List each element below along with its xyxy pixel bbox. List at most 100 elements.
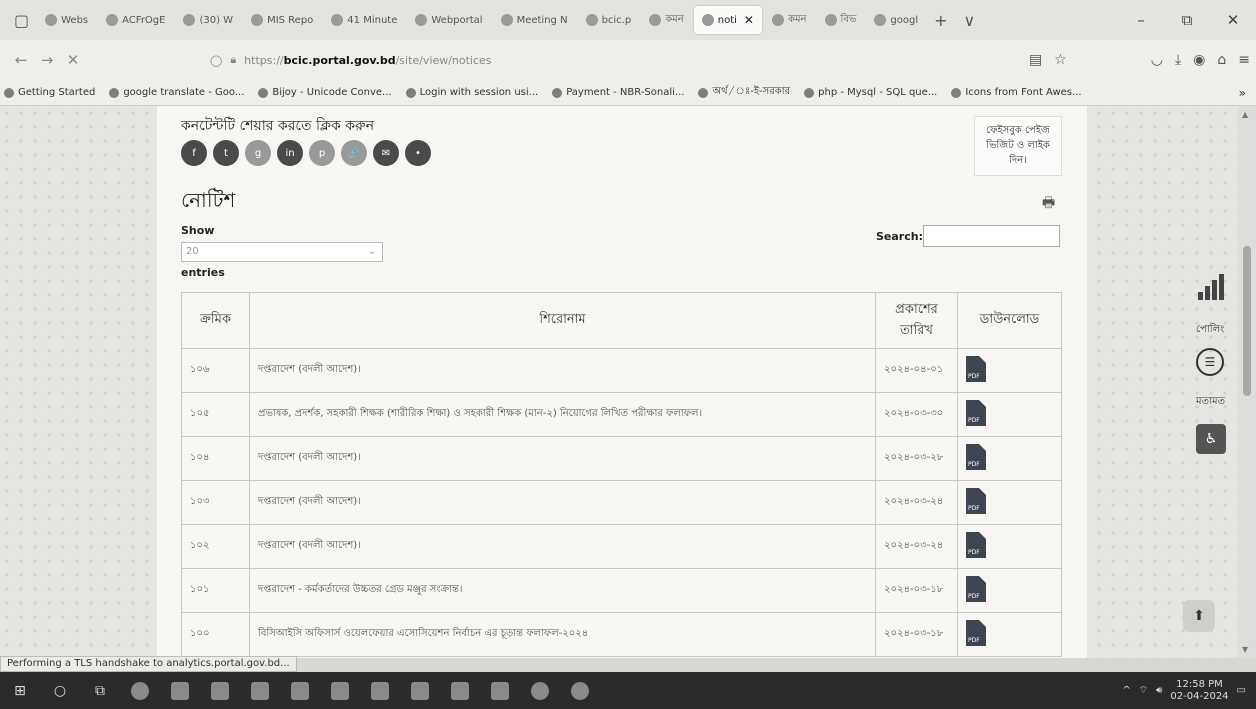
cell-title[interactable]: দপ্তরাদেশ (বদলী আদেশ)। — [249, 524, 876, 569]
browser-tab[interactable]: MIS Repo — [243, 6, 321, 34]
stop-button[interactable]: ✕ — [60, 51, 86, 69]
pdf-download-icon[interactable]: PDF — [966, 444, 986, 470]
browser-tab[interactable]: 41 Minute — [323, 6, 405, 34]
minimize-button[interactable]: – — [1118, 11, 1164, 29]
scroll-down-icon[interactable]: ▼ — [1242, 645, 1248, 654]
clock[interactable]: 12:58 PM 02-04-2024 — [1170, 679, 1228, 703]
cell-title[interactable]: দপ্তরাদেশ - কর্মকর্তাদের উচ্চতর গ্রেড মঞ… — [249, 568, 876, 613]
app-icon-2[interactable] — [200, 672, 240, 709]
bookmark-item[interactable]: Bijoy - Unicode Conve... — [258, 84, 392, 101]
app-icon-1[interactable] — [160, 672, 200, 709]
scroll-up-icon[interactable]: ▲ — [1242, 110, 1248, 119]
entries-select[interactable]: 20 ⌄ — [181, 242, 383, 262]
feedback-label[interactable]: মতামত — [1196, 394, 1225, 411]
new-tab-button[interactable]: + — [926, 11, 955, 30]
cell-title[interactable]: দপ্তরাদেশ (বদলী আদেশ)। — [249, 348, 876, 393]
bookmark-item[interactable]: Payment - NBR-Sonali... — [552, 84, 684, 101]
search-input[interactable] — [923, 225, 1060, 247]
browser-tab[interactable]: bcic.p — [578, 6, 640, 34]
cell-title[interactable]: দপ্তরাদেশ (বদলী আদেশ)। — [249, 480, 876, 525]
facebook-like-box[interactable]: ফেইসবুক পেইজ ভিজিট ও লাইক দিন। — [974, 116, 1062, 176]
share-button-icon[interactable]: 🔗 — [341, 140, 367, 166]
share-button-icon[interactable]: f — [181, 140, 207, 166]
forward-button[interactable]: → — [34, 51, 60, 69]
menu-icon[interactable]: ≡ — [1238, 52, 1250, 68]
bookmark-item[interactable]: php - Mysql - SQL que... — [804, 84, 937, 101]
pdf-download-icon[interactable]: PDF — [966, 576, 986, 602]
pdf-download-icon[interactable]: PDF — [966, 488, 986, 514]
close-window-button[interactable]: ✕ — [1210, 11, 1256, 29]
browser-tab[interactable]: কমন — [764, 6, 815, 34]
pdf-download-icon[interactable]: PDF — [966, 400, 986, 426]
mail-icon[interactable] — [240, 672, 280, 709]
app-icon-7[interactable] — [480, 672, 520, 709]
notification-icon[interactable]: ▭ — [1237, 685, 1246, 696]
bookmark-star-icon[interactable]: ☆ — [1054, 52, 1067, 68]
volume-icon[interactable]: 🔊︎ — [1156, 685, 1162, 696]
reader-view-icon[interactable]: ▤ — [1029, 52, 1042, 68]
back-button[interactable]: ← — [8, 51, 34, 69]
browser-tab[interactable]: (30) W — [175, 6, 241, 34]
browser-tab[interactable]: কমন — [641, 6, 692, 34]
browser-tab[interactable]: noti ✕ — [693, 6, 762, 34]
share-button-icon[interactable]: in — [277, 140, 303, 166]
bookmarks-overflow-button[interactable]: » — [1239, 86, 1246, 100]
chrome-icon[interactable] — [560, 672, 600, 709]
edge-icon[interactable] — [120, 672, 160, 709]
app-icon-3[interactable] — [320, 672, 360, 709]
bookmark-item[interactable]: Getting Started — [4, 84, 95, 101]
share-button-icon[interactable]: ✉ — [373, 140, 399, 166]
scrollbar-thumb[interactable] — [1243, 246, 1251, 396]
share-button-icon[interactable]: g — [245, 140, 271, 166]
pdf-download-icon[interactable]: PDF — [966, 532, 986, 558]
column-header-title[interactable]: শিরোনাম — [249, 292, 876, 349]
print-icon[interactable]: 🖶︎ — [1042, 192, 1055, 216]
browser-tab[interactable]: googl — [866, 6, 926, 34]
browser-tab[interactable]: বিভ — [817, 6, 865, 34]
close-tab-icon[interactable]: ✕ — [744, 13, 754, 27]
cell-title[interactable]: দপ্তরাদেশ (বদলী আদেশ)। — [249, 436, 876, 481]
column-header-date[interactable]: প্রকাশের তারিখ — [875, 292, 958, 349]
task-view-icon[interactable]: ⧉ — [80, 672, 120, 709]
bookmark-item[interactable]: google translate - Goo... — [109, 84, 244, 101]
vertical-scrollbar[interactable]: ▲ ▼ — [1238, 106, 1256, 658]
app-icon-6[interactable] — [440, 672, 480, 709]
word-icon[interactable] — [280, 672, 320, 709]
bookmark-item[interactable]: Icons from Font Awes... — [951, 84, 1082, 101]
lock-icon[interactable]: 🔒︎ — [230, 53, 236, 67]
share-button-icon[interactable]: • — [405, 140, 431, 166]
browser-tab[interactable]: Webportal — [407, 6, 490, 34]
accessibility-icon[interactable]: ♿︎ — [1196, 424, 1226, 454]
cell-title[interactable]: বিসিআইসি অফিসার্স ওয়েলফেয়ার এসোসিয়েশন… — [249, 612, 876, 657]
browser-tab[interactable]: Meeting N — [493, 6, 576, 34]
poll-label[interactable]: পোলিং — [1196, 322, 1224, 339]
extensions-icon[interactable]: ⌂ — [1217, 52, 1226, 68]
search-icon[interactable]: ○ — [40, 672, 80, 709]
tab-overview-icon[interactable]: ▢ — [6, 11, 37, 30]
app-icon-4[interactable] — [360, 672, 400, 709]
poll-chart-icon[interactable] — [1198, 274, 1226, 300]
pdf-download-icon[interactable]: PDF — [966, 356, 986, 382]
restore-button[interactable]: ⧉ — [1164, 11, 1210, 29]
pdf-download-icon[interactable]: PDF — [966, 620, 986, 646]
share-button-icon[interactable]: p — [309, 140, 335, 166]
tab-list-button[interactable]: ∨ — [956, 11, 984, 30]
download-icon[interactable]: ⤓ — [1175, 52, 1181, 68]
account-icon[interactable]: ◉ — [1193, 52, 1205, 68]
tray-chevron-icon[interactable]: ^ — [1122, 685, 1130, 696]
comment-icon[interactable]: ☰ — [1196, 348, 1224, 376]
pocket-icon[interactable]: ◡ — [1151, 52, 1163, 68]
cell-title[interactable]: প্রভাষক, প্রদর্শক, সহকারী শিক্ষক (শারীরি… — [249, 392, 876, 437]
network-icon[interactable]: ⌔ — [1139, 684, 1148, 697]
browser-tab[interactable]: ACFrOgE — [98, 6, 173, 34]
scroll-to-top-button[interactable]: ⬆ — [1183, 600, 1215, 632]
shield-icon[interactable]: ◯ — [210, 54, 222, 67]
firefox-icon[interactable] — [520, 672, 560, 709]
share-button-icon[interactable]: t — [213, 140, 239, 166]
address-bar[interactable]: ◯ 🔒︎ https://bcic.portal.gov.bd/site/vie… — [210, 46, 986, 74]
bookmark-item[interactable]: অর্থ/ঃ-ই-সরকার — [698, 84, 790, 101]
windows-start-icon[interactable]: ⊞ — [0, 672, 40, 709]
bookmark-item[interactable]: Login with session usi... — [405, 84, 538, 101]
app-icon-5[interactable] — [400, 672, 440, 709]
browser-tab[interactable]: Webs — [37, 6, 96, 34]
